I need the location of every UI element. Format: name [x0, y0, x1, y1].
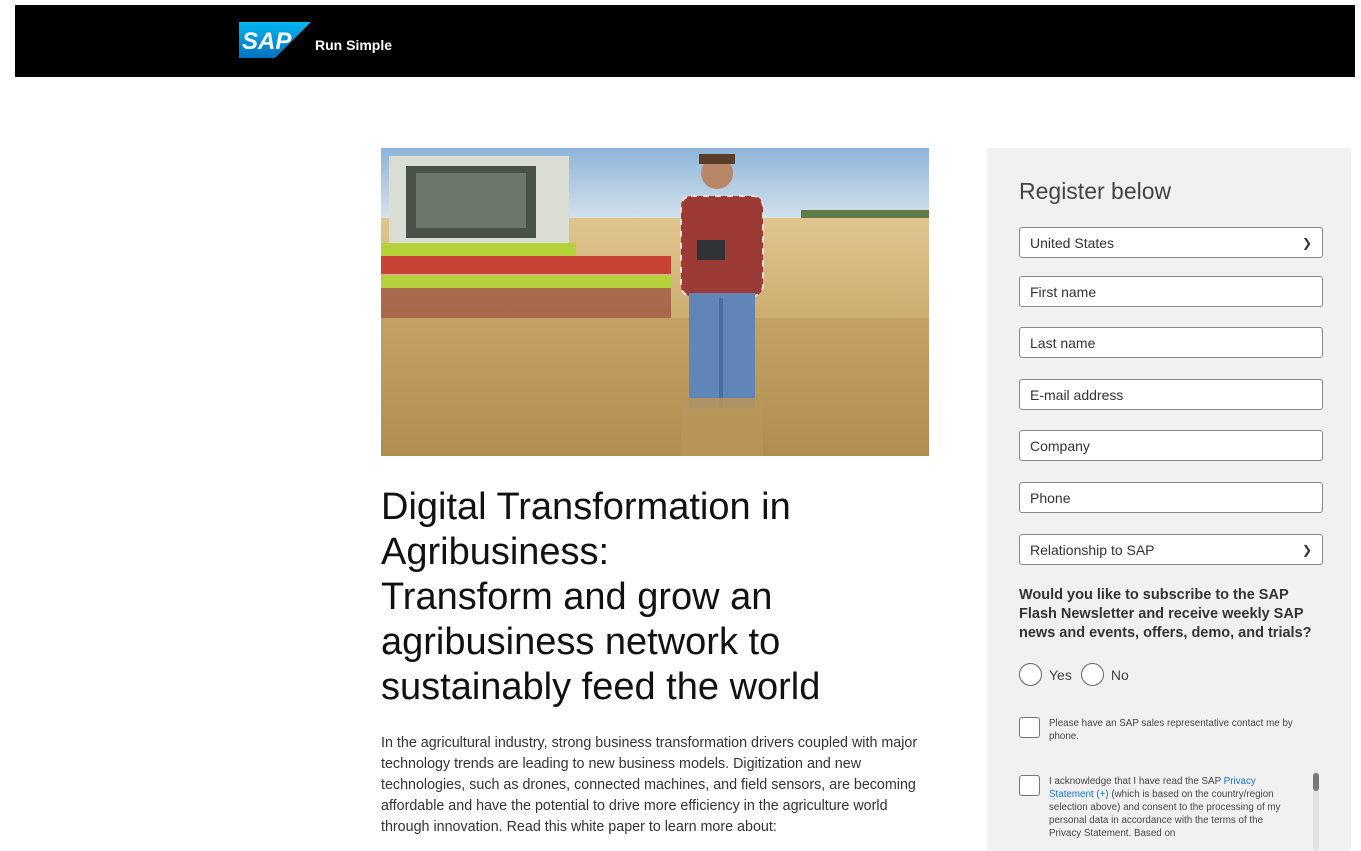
company-input[interactable]: [1019, 430, 1323, 461]
email-input[interactable]: [1019, 379, 1323, 410]
contact-consent-row: Please have an SAP sales representative …: [1019, 717, 1311, 743]
newsletter-no-radio[interactable]: [1080, 663, 1104, 686]
first-name-input[interactable]: [1019, 276, 1323, 307]
hero-image-farmer-wheat-field: [381, 148, 929, 456]
headline-line: agribusiness network to: [381, 621, 781, 663]
article-body-text: In the agricultural industry, strong bus…: [381, 735, 918, 835]
relationship-select[interactable]: Relationship to SAP ❯: [1019, 534, 1323, 565]
consent-scrollbar-thumb[interactable]: [1313, 773, 1319, 791]
newsletter-radio-group: Yes No: [1019, 663, 1138, 686]
top-header-bar: SAP Run Simple: [15, 5, 1355, 77]
chevron-down-icon: ❯: [1301, 542, 1312, 557]
headline-line: Transform and grow an: [381, 576, 773, 618]
headline-line: Agribusiness:: [381, 531, 610, 573]
newsletter-no-label[interactable]: No: [1111, 667, 1129, 683]
country-select-value: United States: [1030, 234, 1115, 251]
last-name-input[interactable]: [1019, 327, 1323, 358]
privacy-consent-checkbox[interactable]: [1019, 775, 1040, 796]
newsletter-yes-radio[interactable]: [1019, 663, 1042, 686]
privacy-consent-text: I acknowledge that I have read the SAP P…: [1049, 775, 1289, 840]
browser-page: SAP Run Simple Digital Transformation in…: [15, 5, 1355, 851]
sap-logo-text: SAP: [242, 28, 292, 55]
newsletter-question: Would you like to subscribe to the SAP F…: [1019, 587, 1312, 641]
contact-consent-checkbox[interactable]: [1019, 717, 1040, 738]
registration-form-panel: Register below United States ❯ Relations…: [987, 148, 1351, 851]
brand-tagline: Run Simple: [315, 37, 393, 53]
headline-line: sustainably feed the world: [381, 666, 821, 708]
form-title: Register below: [1019, 178, 1172, 204]
headline-line: Digital Transformation in: [381, 486, 791, 528]
chevron-down-icon: ❯: [1301, 235, 1312, 250]
privacy-consent-row: I acknowledge that I have read the SAP P…: [1019, 775, 1289, 840]
newsletter-yes-label[interactable]: Yes: [1049, 667, 1072, 683]
phone-input[interactable]: [1019, 482, 1323, 513]
privacy-prefix: I acknowledge that I have read the SAP: [1049, 776, 1224, 787]
sap-logo[interactable]: SAP: [239, 22, 311, 58]
relationship-select-value: Relationship to SAP: [1030, 541, 1155, 558]
article-headline: Digital Transformation in Agribusiness: …: [381, 485, 941, 710]
country-select[interactable]: United States ❯: [1019, 227, 1323, 258]
contact-consent-text: Please have an SAP sales representative …: [1049, 718, 1293, 742]
